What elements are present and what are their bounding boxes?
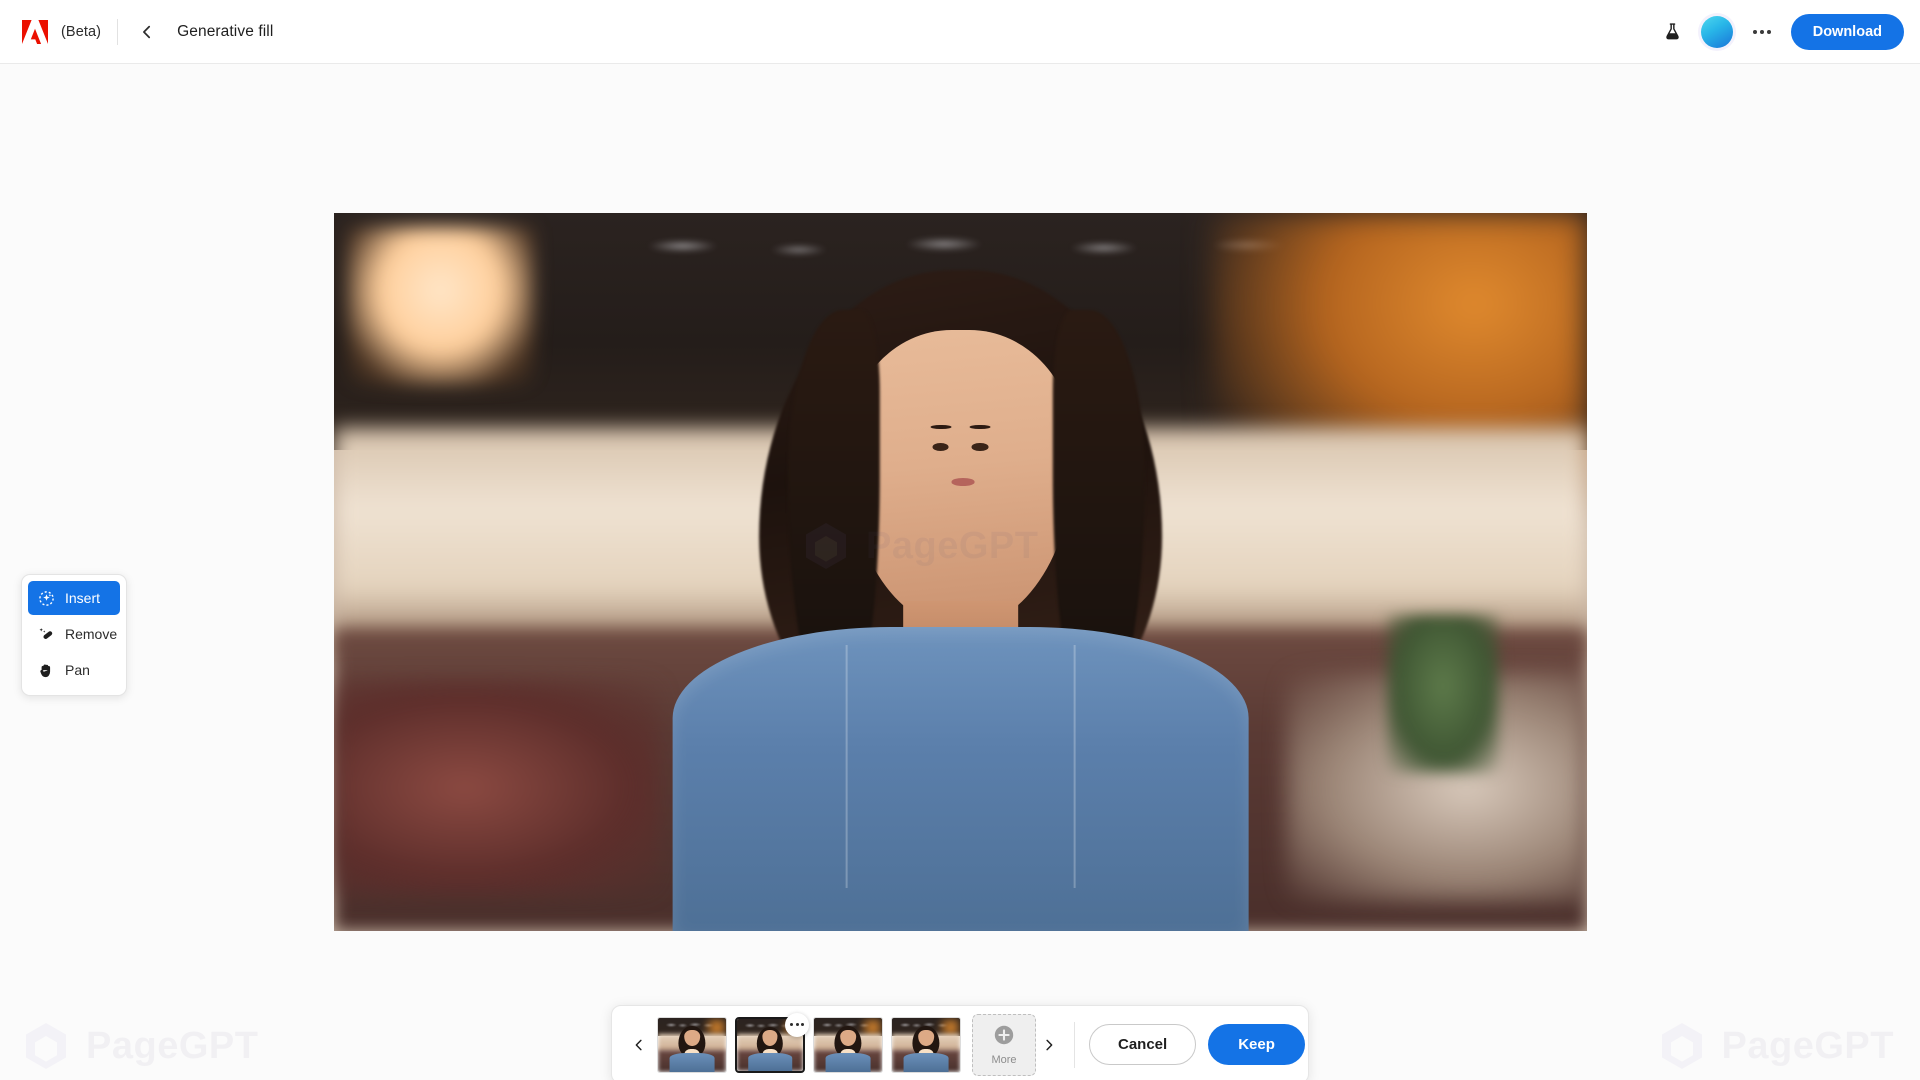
page-title: Generative fill xyxy=(177,22,274,40)
table-left-blur xyxy=(334,679,660,896)
variation-thumbnails xyxy=(657,1012,961,1073)
ellipsis-horizontal-icon[interactable] xyxy=(1745,15,1779,49)
variation-thumbnail-1[interactable] xyxy=(657,1016,727,1073)
tool-insert[interactable]: Insert xyxy=(28,581,120,615)
header-divider xyxy=(117,18,119,45)
canvas-area[interactable]: Insert Remove Pan More Cancel Keep xyxy=(0,64,1920,1080)
tool-pan[interactable]: Pan xyxy=(28,653,120,687)
app-header: (Beta) Generative fill Download xyxy=(0,0,1920,64)
next-variation-button[interactable] xyxy=(1036,1027,1062,1063)
magic-wand-remove-icon xyxy=(37,625,55,643)
chevron-right-icon xyxy=(1046,1039,1053,1050)
plant-blur xyxy=(1386,615,1500,774)
variations-bar: More Cancel Keep xyxy=(611,1005,1309,1080)
tool-panel: Insert Remove Pan xyxy=(21,574,127,696)
subject-mouth xyxy=(951,478,975,486)
chevron-left-icon xyxy=(635,1039,642,1050)
prev-variation-button[interactable] xyxy=(626,1027,652,1063)
subject-eye-right xyxy=(972,442,989,451)
chevron-left-icon xyxy=(143,25,151,38)
tool-remove-label: Remove xyxy=(65,626,118,642)
bottombar-divider xyxy=(1074,1021,1075,1068)
keep-button[interactable]: Keep xyxy=(1208,1024,1305,1065)
variation-thumbnail-2[interactable] xyxy=(735,1012,809,1073)
header-right-group: Download xyxy=(1653,0,1904,63)
variation-thumbnail-4[interactable] xyxy=(891,1016,961,1073)
subject-denim-jacket xyxy=(672,627,1249,931)
flask-beaker-icon[interactable] xyxy=(1653,12,1693,52)
image-canvas[interactable] xyxy=(334,213,1587,931)
download-button[interactable]: Download xyxy=(1790,13,1904,50)
variation-thumbnail-3[interactable] xyxy=(813,1016,883,1073)
app-root: (Beta) Generative fill Download Insert R… xyxy=(0,0,1920,1080)
tool-remove[interactable]: Remove xyxy=(28,617,120,651)
beta-label: (Beta) xyxy=(61,23,102,40)
subject-brow-left xyxy=(930,424,952,430)
plus-circle-icon xyxy=(993,1024,1015,1051)
hand-pan-icon xyxy=(37,661,55,679)
insert-sparkle-circle-icon xyxy=(37,589,55,607)
tool-insert-label: Insert xyxy=(65,590,101,606)
subject-eye-left xyxy=(932,442,949,451)
thumbnail-options-icon[interactable] xyxy=(785,1012,809,1037)
more-label: More xyxy=(991,1053,1017,1066)
cancel-button[interactable]: Cancel xyxy=(1089,1024,1197,1065)
subject-portrait xyxy=(672,270,1249,931)
avatar[interactable] xyxy=(1700,15,1733,48)
pendant-lamp-glow xyxy=(346,227,535,386)
more-variations-button[interactable]: More xyxy=(972,1013,1036,1076)
tool-pan-label: Pan xyxy=(65,662,90,678)
subject-brow-right xyxy=(969,424,991,430)
back-button[interactable] xyxy=(134,19,160,45)
adobe-logo-icon[interactable] xyxy=(18,14,52,49)
header-left-group: (Beta) Generative fill xyxy=(0,0,273,63)
